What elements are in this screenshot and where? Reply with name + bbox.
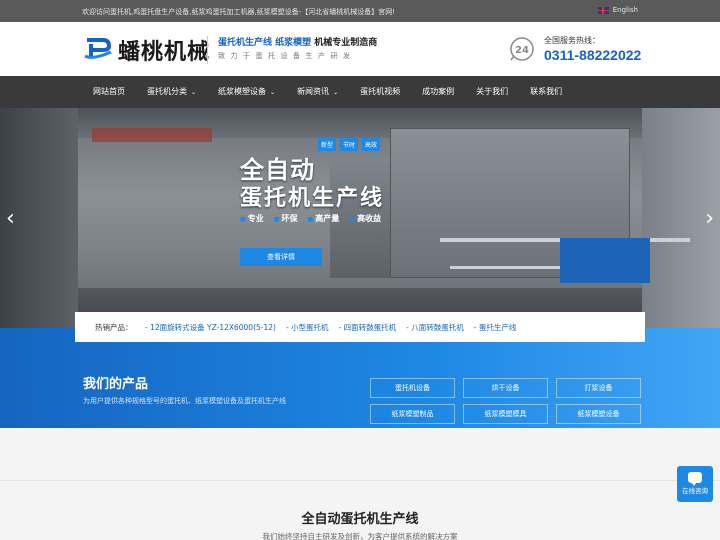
- nav-item-label[interactable]: 蛋托机视频: [360, 87, 400, 96]
- slogan-sub: 致力于蛋托设备生产研发: [218, 52, 356, 60]
- site-header: 蟠桃机械 蛋托机生产线 纸浆模塑 机械专业制造商 致力于蛋托设备生产研发 24 …: [0, 22, 720, 76]
- banner-title-line2: 蛋托机生产线: [240, 186, 385, 211]
- products-section: 我们的产品 为用户提供各种规格型号的蛋托机、纸浆模塑设备及蛋托机生产线 蛋托机设…: [0, 328, 720, 428]
- prev-slide-arrow-icon[interactable]: ‹: [6, 208, 15, 230]
- product-category-button[interactable]: 烘干设备: [463, 378, 548, 398]
- nav-item-label[interactable]: 成功案例: [422, 87, 454, 96]
- view-details-button[interactable]: 查看详情: [240, 248, 322, 266]
- hotline-label: 全国服务热线：: [544, 36, 600, 45]
- production-line-section: 全自动蛋托机生产线 我们始终坚持自主研发及创新，为客户提供系统的解决方案: [0, 428, 720, 540]
- nav-item-label[interactable]: 蛋托机分类: [147, 87, 187, 96]
- banner-features: 专业环保高产量高收益: [240, 213, 381, 224]
- chevron-down-icon[interactable]: ⌄: [270, 89, 275, 96]
- hero-banner: 新型节时高效 全自动 蛋托机生产线 专业环保高产量高收益 查看详情 ‹ ›: [0, 108, 720, 328]
- production-line-title: 全自动蛋托机生产线: [301, 512, 419, 527]
- banner-tag: 新型: [318, 138, 337, 151]
- slogan-blue: 蛋托机生产线 纸浆模塑: [218, 38, 312, 48]
- nav-item[interactable]: 新闻资讯 ⌄: [286, 76, 349, 108]
- nav-item-label[interactable]: 联系我们: [530, 87, 562, 96]
- slogan-dark: 机械专业制造商: [314, 38, 378, 48]
- chat-bubble-icon: [688, 472, 702, 486]
- banner-feature: 高产量: [308, 213, 339, 224]
- language-switch[interactable]: English: [597, 6, 638, 14]
- product-category-grid: 蛋托机设备 烘干设备 打浆设备纸浆模塑制品 纸浆模塑模具 纸浆模塑设备: [370, 378, 641, 424]
- hotline-number[interactable]: 0311-88222022: [544, 47, 641, 63]
- products-subtitle: 为用户提供各种规格型号的蛋托机、纸浆模塑设备及蛋托机生产线: [83, 397, 286, 405]
- product-category-button[interactable]: 蛋托机设备: [370, 378, 455, 398]
- nav-item[interactable]: 蛋托机视频: [349, 76, 411, 108]
- nav-item[interactable]: 成功案例: [411, 76, 465, 108]
- hot-products-links: 12面旋转式设备 YZ-12X6000(5-12) 小型蛋托机四面转鼓蛋托机八面转…: [145, 322, 516, 333]
- product-category-button[interactable]: 纸浆模塑制品: [370, 404, 455, 424]
- hot-products-bar: 热销产品： 12面旋转式设备 YZ-12X6000(5-12) 小型蛋托机四面转鼓…: [75, 312, 645, 342]
- product-category-button[interactable]: 打浆设备: [556, 378, 641, 398]
- banner-feature: 环保: [274, 213, 298, 224]
- hot-product-link[interactable]: 蛋托生产线: [474, 322, 517, 333]
- products-title: 我们的产品: [83, 377, 149, 392]
- nav-item[interactable]: 网站首页: [82, 76, 136, 108]
- clock-24h-text: 24: [515, 45, 529, 56]
- nav-item-label[interactable]: 纸浆模塑设备: [218, 87, 266, 96]
- logo-icon[interactable]: [83, 34, 115, 62]
- product-category-button[interactable]: 纸浆模塑设备: [556, 404, 641, 424]
- hot-product-link[interactable]: 小型蛋托机: [286, 322, 329, 333]
- logo-text[interactable]: 蟠桃机械: [118, 34, 210, 66]
- online-consult-label[interactable]: 在线咨询: [682, 487, 708, 495]
- production-line-subtitle: 我们始终坚持自主研发及创新，为客户提供系统的解决方案: [262, 532, 458, 540]
- section-divider: [0, 480, 720, 481]
- main-nav: 网站首页 蛋托机分类 ⌄ 纸浆模塑设备 ⌄ 新闻资讯 ⌄ 蛋托机视频 成功案例 关于我们 联系我们: [0, 76, 720, 108]
- chevron-down-icon[interactable]: ⌄: [333, 89, 338, 96]
- header-divider: [207, 36, 208, 64]
- next-slide-arrow-icon[interactable]: ›: [705, 208, 714, 230]
- product-category-button[interactable]: 纸浆模塑模具: [463, 404, 548, 424]
- uk-flag-icon: [597, 6, 609, 14]
- welcome-text: 欢迎访问蛋托机,鸡蛋托盘生产设备,纸浆鸡蛋托加工机器,纸浆模塑设备-【河北省蟠桃…: [82, 8, 396, 16]
- nav-item-label[interactable]: 关于我们: [476, 87, 508, 96]
- banner-tag: 高效: [362, 138, 381, 151]
- nav-item-label[interactable]: 新闻资讯: [297, 87, 329, 96]
- chevron-down-icon[interactable]: ⌄: [191, 89, 196, 96]
- banner-feature: 专业: [240, 213, 264, 224]
- hot-product-link[interactable]: 八面转鼓蛋托机: [406, 322, 464, 333]
- nav-item[interactable]: 联系我们: [519, 76, 573, 108]
- banner-tag: 节时: [340, 138, 359, 151]
- banner-tags: 新型 节时 高效: [318, 138, 381, 151]
- language-label[interactable]: English: [613, 6, 638, 14]
- online-consult-button[interactable]: 在线咨询: [677, 466, 713, 502]
- hot-product-link[interactable]: 12面旋转式设备 YZ-12X6000(5-12): [145, 322, 276, 333]
- nav-items: 网站首页 蛋托机分类 ⌄ 纸浆模塑设备 ⌄ 新闻资讯 ⌄ 蛋托机视频 成功案例 关于我们 联系我们: [82, 76, 573, 108]
- hot-product-link[interactable]: 四面转鼓蛋托机: [339, 322, 397, 333]
- clock-24h-icon: 24: [510, 37, 534, 61]
- slogan-main: 蛋托机生产线 纸浆模塑 机械专业制造商: [218, 35, 377, 48]
- nav-item-label[interactable]: 网站首页: [93, 87, 125, 96]
- nav-item[interactable]: 纸浆模塑设备 ⌄: [207, 76, 286, 108]
- nav-item[interactable]: 关于我们: [465, 76, 519, 108]
- banner-press-unit: [560, 238, 650, 283]
- top-bar: 欢迎访问蛋托机,鸡蛋托盘生产设备,纸浆鸡蛋托加工机器,纸浆模塑设备-【河北省蟠桃…: [0, 0, 720, 22]
- banner-feature: 高收益: [349, 213, 381, 224]
- nav-item[interactable]: 蛋托机分类 ⌄: [136, 76, 207, 108]
- hot-products-label: 热销产品：: [95, 323, 133, 332]
- banner-crane: [92, 128, 212, 142]
